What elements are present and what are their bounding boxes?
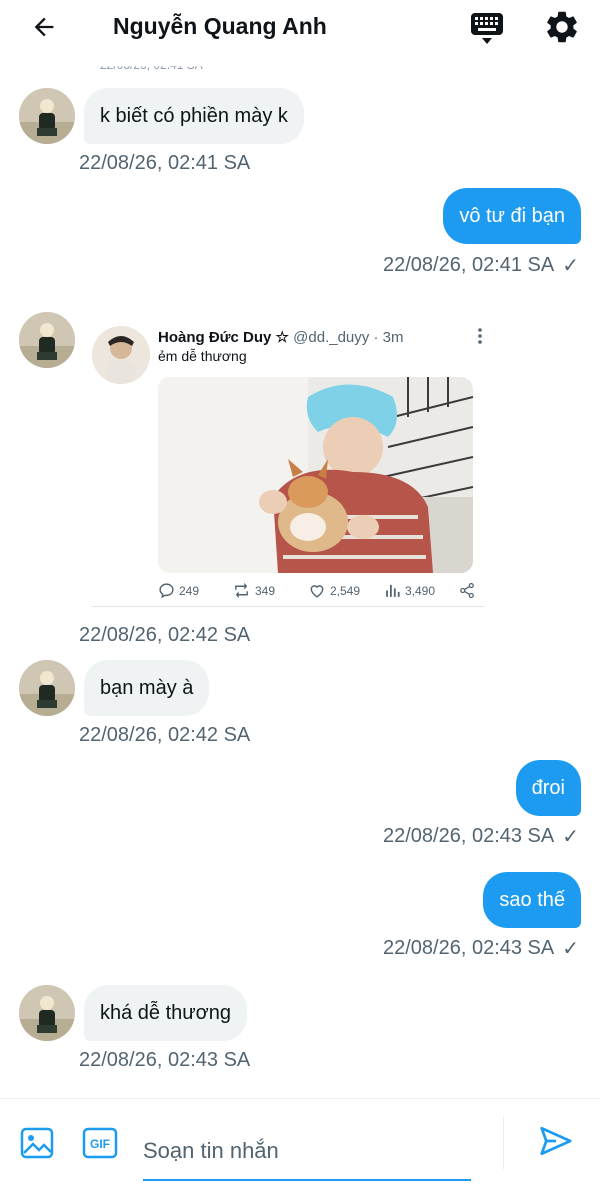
message-bubble-incoming[interactable]: khá dễ thương: [84, 985, 248, 1041]
avatar[interactable]: [19, 985, 75, 1041]
message-bubble-incoming[interactable]: bạn mày à: [84, 660, 210, 716]
message-timestamp: 22/08/26, 02:41 SA: [79, 152, 251, 174]
message-timestamp: 22/08/26, 02:43 SA: [382, 825, 555, 847]
sent-check-icon: ✓: [562, 938, 579, 960]
back-button[interactable]: [26, 10, 62, 44]
avatar[interactable]: [19, 312, 75, 368]
retweet-action[interactable]: 349: [232, 582, 275, 599]
settings-button[interactable]: [543, 8, 581, 46]
retweet-count: 349: [255, 583, 276, 598]
message-bubble-outgoing[interactable]: sao thế: [483, 872, 581, 928]
composer-divider: [503, 1117, 504, 1169]
heart-icon: [310, 585, 324, 598]
reply-count: 249: [179, 583, 200, 598]
shared-tweet-card[interactable]: Hoàng Đức Duy ☆ @dd._duyy · 3m ẻm dễ thư…: [92, 318, 490, 608]
tweet-photo[interactable]: [158, 377, 473, 573]
image-icon: [20, 1127, 54, 1159]
message-timestamp-row: 22/08/26, 02:43 SA ✓: [383, 936, 579, 961]
views-action[interactable]: 3,490: [384, 582, 435, 599]
tweet-divider: [92, 606, 484, 607]
more-vertical-icon: [478, 328, 482, 344]
views-icon: [386, 584, 400, 597]
tweet-text: ẻm dễ thương: [158, 348, 247, 364]
avatar[interactable]: [19, 88, 75, 144]
reply-icon: [159, 583, 174, 599]
share-action[interactable]: [458, 582, 476, 599]
conversation-header: Nguyễn Quang Anh: [0, 0, 600, 54]
message-timestamp: 22/08/26, 02:41 SA: [382, 254, 555, 276]
like-count: 2,549: [330, 583, 361, 598]
message-input[interactable]: [143, 1123, 471, 1181]
avatar-photo: [19, 312, 75, 368]
keyboard-icon: [471, 13, 503, 44]
message-bubble-incoming[interactable]: k biết có phiền mày k: [84, 88, 304, 144]
avatar[interactable]: [19, 660, 75, 716]
avatar-photo: [19, 88, 75, 144]
send-button[interactable]: [538, 1123, 574, 1159]
message-bubble-outgoing[interactable]: đroi: [515, 760, 581, 816]
tweet-author-name[interactable]: Hoàng Đức Duy ☆: [158, 329, 289, 346]
arrow-left-icon: [34, 17, 54, 37]
message-timestamp-row: 22/08/26, 02:41 SA ✓: [383, 253, 579, 278]
svg-text:GIF: GIF: [90, 1137, 110, 1151]
tweet-photo-image: [158, 377, 473, 573]
view-count: 3,490: [405, 583, 436, 598]
message-timestamp: 22/08/26, 02:43 SA: [79, 1049, 251, 1071]
tweet-author-handle: @dd._duyy · 3m: [293, 329, 404, 346]
gear-icon: [547, 11, 577, 43]
retweet-icon: [235, 582, 248, 599]
share-icon: [460, 582, 474, 599]
message-timestamp: 22/08/26, 02:43 SA: [382, 937, 555, 959]
like-action[interactable]: 2,549: [308, 582, 360, 599]
tweet-author-avatar[interactable]: [92, 326, 150, 384]
tweet-author-photo: [92, 326, 150, 384]
tweet-author-line: Hoàng Đức Duy ☆ @dd._duyy · 3m: [158, 328, 403, 346]
add-image-button[interactable]: [20, 1127, 54, 1159]
sent-check-icon: ✓: [562, 255, 579, 277]
send-icon: [540, 1126, 572, 1156]
add-gif-button[interactable]: GIF: [82, 1127, 118, 1159]
message-timestamp: 22/08/26, 02:42 SA: [79, 724, 251, 746]
tweet-more-button[interactable]: [472, 326, 488, 346]
message-bubble-outgoing[interactable]: vô tư đi bạn: [443, 188, 581, 244]
avatar-photo: [19, 985, 75, 1041]
scrolled-timestamp-remnant: 22/08/26, 02:41 SA: [100, 58, 203, 72]
sent-check-icon: ✓: [562, 826, 579, 848]
tweet-actions: 249 349 2,549 3,490: [158, 582, 478, 602]
message-composer: GIF: [0, 1098, 600, 1197]
reply-action[interactable]: 249: [158, 582, 199, 599]
gif-icon: GIF: [82, 1127, 118, 1159]
message-timestamp-row: 22/08/26, 02:43 SA ✓: [383, 824, 579, 849]
avatar-photo: [19, 660, 75, 716]
conversation-title: Nguyễn Quang Anh: [113, 13, 327, 39]
keyboard-button[interactable]: [468, 10, 506, 46]
message-timestamp: 22/08/26, 02:42 SA: [79, 624, 251, 646]
